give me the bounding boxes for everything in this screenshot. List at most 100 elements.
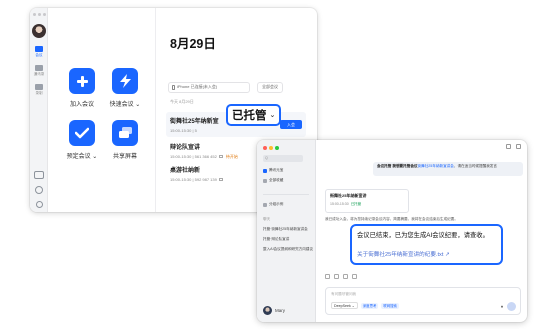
action-label: 预定会议 ⌄ — [66, 154, 98, 160]
window-controls[interactable] — [263, 146, 279, 150]
folder-icon — [263, 202, 267, 207]
copy-icon[interactable] — [218, 178, 223, 182]
chat-list-item[interactable]: 托管·街舞社25年纳新宣讲会 — [263, 227, 308, 232]
star-icon — [263, 178, 267, 183]
share-icon[interactable] — [506, 144, 511, 149]
user-name: Mary — [275, 308, 285, 313]
contacts-icon — [35, 65, 43, 71]
input-toolbar: DeepSeek ⌄ 深度思考 联网搜索 — [331, 302, 399, 309]
today-label: 今天 8月29日 — [170, 99, 194, 104]
meeting-time: 15:00-15:30 | 561 366 452 — [170, 154, 217, 159]
deep-think-toggle[interactable]: 深度思考 — [360, 302, 379, 309]
record-icon — [35, 84, 43, 90]
sidebar-item-label: 腾讯元宝 — [269, 168, 284, 172]
sidebar-item-label: 分组示例 — [269, 202, 284, 206]
user-message: 会议托管 我想要托管会议街舞社25年纳新宣讲会，请在适当时候提醒我发言 — [373, 162, 523, 176]
hosted-label: 已托管 — [232, 110, 267, 122]
window-controls[interactable] — [33, 13, 46, 16]
message-actions — [325, 274, 357, 279]
sidebar-item-yuanbao[interactable]: 腾讯元宝 — [263, 168, 283, 173]
copy-icon[interactable] — [218, 155, 223, 159]
rail-item-label: 录制 — [35, 91, 43, 95]
all-meetings-button[interactable]: 全部会议 — [257, 81, 283, 93]
notice-text: 会议已结束，已为您生成AI会议纪要，请查收。 — [357, 232, 489, 239]
sidebar-item-group[interactable]: 分组示例 — [263, 202, 283, 207]
section-label: 聊天 — [263, 217, 271, 221]
thumbs-down-icon[interactable] — [343, 274, 348, 279]
hosted-status-dropdown[interactable]: 已托管 ⌄ — [226, 104, 282, 126]
chat-list-item[interactable]: 托管·辩论队宣讲 — [263, 237, 289, 242]
divider — [263, 194, 309, 195]
yuanbao-icon — [263, 168, 267, 173]
share-screen-icon — [112, 120, 138, 146]
page-title: 8月29日 — [170, 37, 216, 51]
web-search-toggle[interactable]: 联网搜索 — [381, 302, 399, 309]
mic-icon[interactable]: ⏺ — [501, 304, 503, 309]
chat-input-placeholder: 有问题尽管问我 — [331, 292, 357, 296]
status-badge: 已托管 — [350, 202, 362, 206]
search-input[interactable]: Q — [263, 155, 303, 162]
thumbs-up-icon[interactable] — [334, 274, 339, 279]
minimize-icon[interactable] — [38, 13, 41, 16]
video-icon — [35, 46, 43, 52]
plus-icon — [69, 68, 95, 94]
rail-item-contacts[interactable]: 通讯录 — [30, 65, 48, 76]
chevron-down-icon: ⌄ — [269, 112, 276, 119]
new-chat-icon[interactable] — [516, 144, 521, 149]
room-selector-label: iPhone 已连接(未入会) — [177, 84, 218, 89]
meeting-card[interactable]: 街舞社25年纳新宣讲 15:00-15:30 已托管 — [325, 189, 409, 213]
rail-item-recordings[interactable]: 录制 — [30, 84, 48, 95]
close-icon[interactable] — [33, 13, 36, 16]
join-meeting-button[interactable]: 加入会议 — [62, 68, 102, 108]
meeting-card-time: 15:00-15:30 — [330, 202, 349, 206]
sidebar-item-label: 全部收藏 — [269, 178, 284, 182]
close-icon[interactable] — [263, 146, 267, 150]
send-button[interactable] — [507, 302, 516, 311]
meeting-card-meta: 15:00-15:30 已托管 — [330, 202, 404, 207]
phone-icon — [172, 84, 175, 90]
meeting-ended-notice: 会议已结束，已为您生成AI会议纪要，请查收。 关于街舞社25年纳新宣讲的纪要.t… — [350, 224, 503, 265]
room-row: iPhone 已连接(未入会) 全部会议 — [168, 80, 298, 94]
chat-input[interactable]: 有问题尽管问我 DeepSeek ⌄ 深度思考 联网搜索 ⏺ — [325, 287, 521, 315]
room-selector[interactable]: iPhone 已连接(未入会) — [168, 81, 250, 93]
meeting-link[interactable]: 街舞社25年纳新宣讲会 — [418, 164, 454, 168]
share-icon[interactable] — [352, 274, 357, 279]
action-label: 快速会议 ⌄ — [109, 102, 141, 108]
search-icon: Q — [265, 156, 268, 160]
meeting-card-title: 街舞社25年纳新宣讲 — [330, 193, 367, 198]
user-message-text: 会议托管 我想要托管会议 — [377, 164, 418, 168]
panel-divider — [155, 8, 156, 212]
avatar[interactable] — [32, 24, 46, 38]
status-badge: 待开始 — [225, 154, 238, 159]
share-screen-button[interactable]: 共享屏幕 — [105, 120, 145, 160]
check-icon — [69, 120, 95, 146]
maximize-icon[interactable] — [43, 13, 46, 16]
rail-item-label: 会议 — [35, 53, 43, 57]
chat-panel: 会议托管 我想要托管会议街舞社25年纳新宣讲会，请在适当时候提醒我发言 街舞社2… — [317, 140, 527, 322]
quick-meeting-button[interactable]: 快速会议 ⌄ — [105, 68, 145, 108]
action-label: 共享屏幕 — [112, 154, 137, 160]
user-profile[interactable]: Mary — [263, 306, 285, 315]
meeting-app-sidebar: 会议 通讯录 录制 — [30, 8, 48, 212]
chat-list-item[interactable]: 整入AI会议提纲和研究方向建议 — [263, 247, 313, 252]
settings-icon[interactable] — [35, 186, 43, 194]
rail-item-label: 通讯录 — [33, 72, 45, 76]
profile-icon[interactable] — [35, 201, 43, 208]
mail-icon[interactable] — [34, 171, 44, 179]
meeting-time: 15:00-15:30 | 592 987 139 — [170, 177, 217, 182]
model-selector[interactable]: DeepSeek ⌄ — [331, 302, 358, 309]
minimize-icon[interactable] — [269, 146, 273, 150]
copy-icon[interactable] — [325, 274, 330, 279]
rail-item-meetings[interactable]: 会议 — [30, 46, 48, 57]
schedule-meeting-button[interactable]: 预定会议 ⌄ — [62, 120, 102, 160]
enter-meeting-button[interactable]: 入会 — [280, 120, 302, 129]
sidebar-item-favorites[interactable]: 全部收藏 — [263, 178, 283, 183]
chat-app-window: Q 腾讯元宝 全部收藏 分组示例 聊天 托管·街舞社25年纳新宣讲会 托管·辩论… — [257, 140, 527, 322]
maximize-icon[interactable] — [275, 146, 279, 150]
avatar — [263, 306, 272, 315]
minutes-file-link[interactable]: 关于街舞社25年纳新宣讲的纪要.txt ↗ — [357, 250, 496, 258]
chat-sidebar: Q 腾讯元宝 全部收藏 分组示例 聊天 托管·街舞社25年纳新宣讲会 托管·辩论… — [257, 140, 316, 322]
action-label: 加入会议 — [69, 102, 94, 108]
bot-message: 我已成功入会，将为您持续记录会议内容，简要摘要。我将在会议结束后生成纪要。 — [325, 217, 458, 221]
user-message-text: ，请在适当时候提醒我发言 — [453, 164, 497, 168]
